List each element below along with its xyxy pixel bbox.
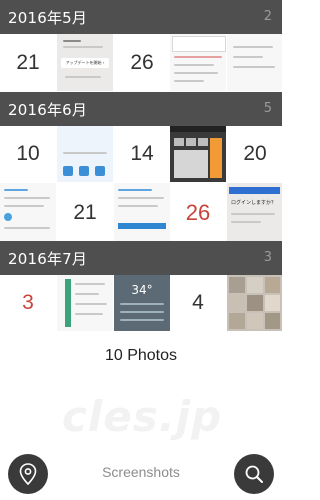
- search-icon: [245, 465, 263, 483]
- text-line: [75, 293, 99, 295]
- photo-tile: [229, 277, 245, 293]
- nav-bar: [229, 187, 280, 194]
- text-line: [231, 221, 261, 223]
- section-header-may: 2016年5月 2: [0, 0, 282, 34]
- text-line: [75, 303, 107, 305]
- text-line: [233, 66, 275, 68]
- location-button[interactable]: [8, 454, 48, 494]
- dialog-title-thumb: ログインしますか？: [231, 200, 277, 206]
- photo-tile: [265, 295, 280, 311]
- date-tile: 26: [170, 185, 226, 241]
- text-line: [231, 213, 275, 215]
- photo-tile: [247, 313, 263, 329]
- section-title: 2016年5月: [8, 9, 88, 27]
- date-tile: 26: [114, 35, 170, 91]
- text-line: [4, 205, 44, 207]
- date-tile: 3: [0, 275, 56, 331]
- text-line: [120, 311, 164, 313]
- update-button-thumb: アップデートを開始 ›: [61, 58, 109, 68]
- section-title: 2016年7月: [8, 250, 88, 268]
- screenshot-thumbnail[interactable]: [0, 183, 56, 243]
- text-line: [174, 64, 214, 66]
- text-line: [118, 189, 152, 191]
- text-line: [4, 227, 50, 229]
- calc-key: [174, 138, 184, 146]
- screenshot-thumbnail[interactable]: アップデートを開始 ›: [57, 34, 113, 91]
- weather-temperature: 34°: [131, 283, 153, 297]
- text-line: [4, 197, 50, 199]
- photo-tile: [265, 277, 280, 293]
- text-line: [63, 46, 103, 48]
- text-line: [174, 80, 204, 82]
- screenshot-thumbnail[interactable]: [57, 126, 113, 182]
- date-tile: 21: [0, 35, 56, 91]
- text-line: [75, 283, 105, 285]
- screenshot-thumbnail[interactable]: [227, 34, 282, 91]
- text-line: [65, 76, 101, 78]
- section-count: 2: [263, 9, 272, 24]
- date-tile: 21: [57, 185, 113, 241]
- date-tile: 14: [114, 126, 170, 182]
- app-icon: [63, 166, 73, 176]
- app-icon: [95, 166, 105, 176]
- photo-tile: [229, 295, 245, 311]
- text-line: [233, 46, 273, 48]
- text-line: [120, 319, 164, 321]
- app-icon: [79, 166, 89, 176]
- section-header-july: 2016年7月 3: [0, 241, 282, 275]
- date-tile: 20: [227, 126, 283, 182]
- text-line: [174, 56, 222, 58]
- photo-tile: [265, 313, 280, 329]
- date-tile: 10: [0, 126, 56, 182]
- text-line: [233, 56, 263, 58]
- text-line: [63, 40, 81, 42]
- location-pin-icon: [19, 463, 37, 485]
- text-line: [4, 189, 28, 191]
- screenshot-thumbnail[interactable]: [170, 34, 226, 91]
- screenshot-thumbnail[interactable]: [114, 183, 170, 243]
- section-header-june: 2016年6月 5: [0, 92, 282, 126]
- photo-tile: [247, 277, 263, 293]
- text-line: [174, 72, 218, 74]
- photo-tile: [229, 313, 245, 329]
- screenshot-thumbnail[interactable]: ログインしますか？: [227, 183, 282, 243]
- calc-keypad: [174, 150, 208, 178]
- timeline-bar: [65, 279, 71, 327]
- watermark: cles.jp: [62, 392, 223, 441]
- calc-operator-column: [210, 138, 222, 178]
- section-count: 3: [263, 250, 272, 265]
- text-line: [120, 303, 164, 305]
- text-line: [63, 152, 107, 154]
- search-button[interactable]: [234, 454, 274, 494]
- text-line: [118, 197, 164, 199]
- text-line: [75, 313, 103, 315]
- calc-key: [198, 138, 208, 146]
- screenshot-thumbnail[interactable]: 34°: [114, 275, 170, 331]
- screenshot-thumbnail[interactable]: [57, 275, 113, 331]
- ui-panel: [172, 36, 226, 52]
- section-title: 2016年6月: [8, 101, 88, 119]
- photos-count: 10 Photos: [104, 347, 178, 364]
- tab-bar: [118, 223, 166, 229]
- section-count: 5: [263, 101, 272, 116]
- screenshot-thumbnail[interactable]: [170, 126, 226, 182]
- screenshot-thumbnail[interactable]: [227, 275, 282, 331]
- avatar: [4, 213, 12, 221]
- calc-key: [186, 138, 196, 146]
- date-tile: 4: [170, 275, 226, 331]
- photo-tile: [247, 295, 263, 311]
- calc-display: [170, 126, 226, 132]
- text-line: [118, 205, 158, 207]
